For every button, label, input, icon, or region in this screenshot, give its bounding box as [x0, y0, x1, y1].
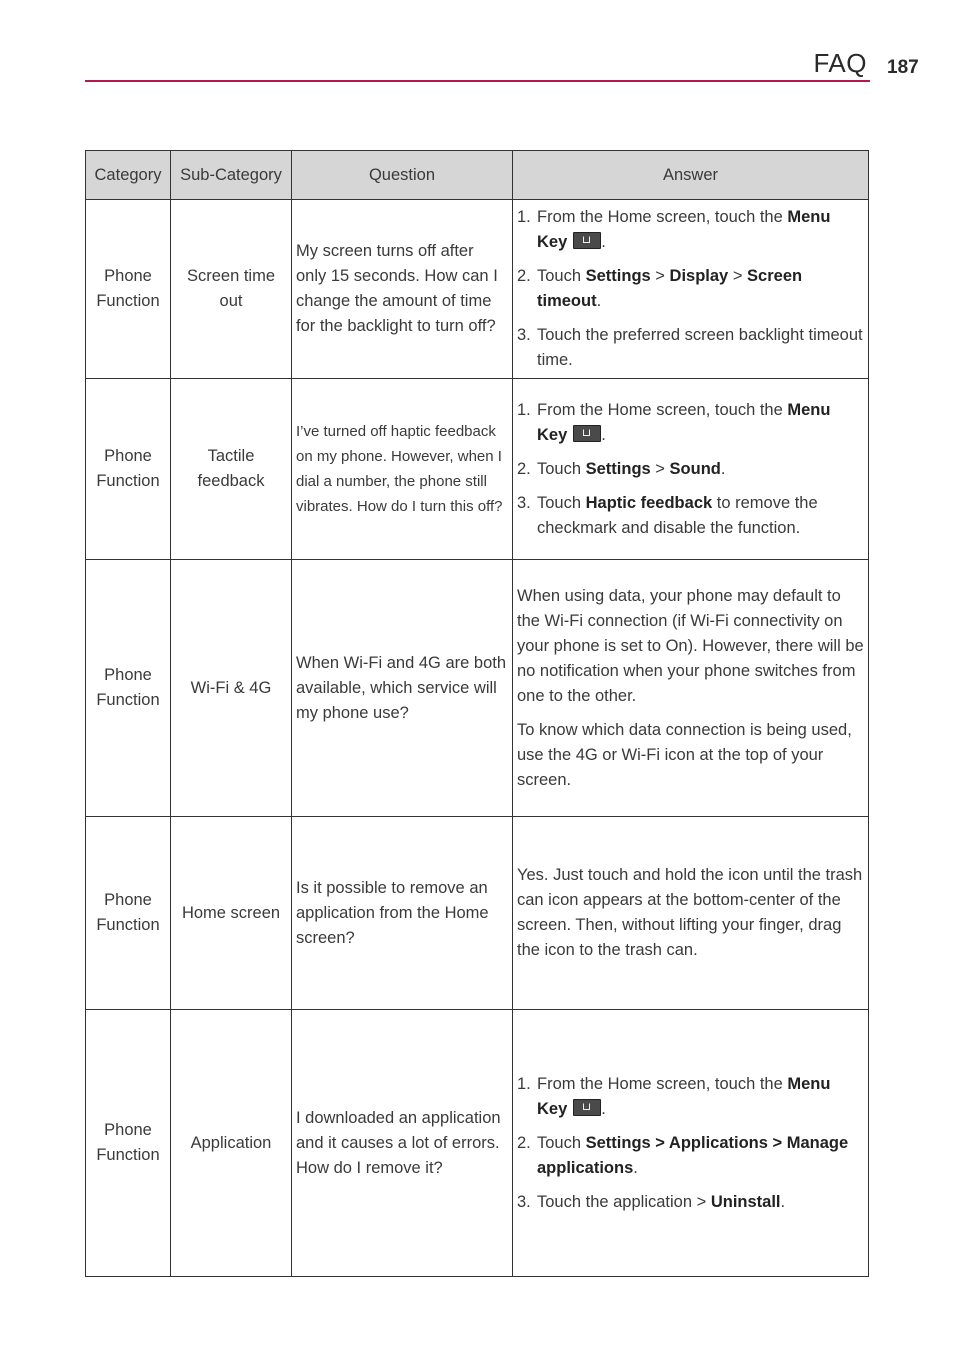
- subcategory-cell: Tactile feedback: [170, 378, 292, 560]
- answer-step: 3. Touch the application > Uninstall.: [517, 1190, 864, 1215]
- step-text: From the Home screen, touch the: [537, 1074, 788, 1093]
- answer-cell: 1. From the Home screen, touch the Menu K…: [512, 378, 869, 560]
- answer-paragraph: To know which data connection is being u…: [517, 720, 852, 789]
- step-number: 2.: [517, 267, 531, 285]
- step-number: 3.: [517, 1192, 531, 1211]
- ui-term: Uninstall: [710, 1192, 781, 1211]
- answer-steps: 1. From the Home screen, touch the Menu K…: [517, 205, 864, 373]
- subcategory-cell: Home screen: [170, 816, 292, 1010]
- menu-key-icon: [573, 232, 602, 249]
- step-text: Touch: [537, 1133, 586, 1152]
- table-row: Phone Function Home screen Is it possible …: [85, 816, 869, 1010]
- answer-cell: 1. From the Home screen, touch the Menu K…: [512, 199, 869, 379]
- answer-steps: 1. From the Home screen, touch the Menu K…: [517, 1072, 864, 1215]
- table-row: Phone Function Application I downloaded an…: [85, 1009, 869, 1277]
- step-text: >: [650, 459, 670, 478]
- question-cell: When Wi-Fi and 4G are both available, wh…: [291, 559, 513, 817]
- table-row: Phone Function Wi-Fi & 4G When Wi-Fi and 4…: [85, 559, 869, 817]
- subcategory-cell: Screen time out: [170, 199, 292, 379]
- step-number: 3.: [517, 493, 531, 512]
- answer-step: 1. From the Home screen, touch the Menu K…: [517, 1072, 864, 1122]
- menu-key-icon: [573, 424, 602, 442]
- page-number: 187: [887, 57, 919, 78]
- ui-term: Display: [669, 267, 729, 285]
- answer-steps: 1. From the Home screen, touch the Menu K…: [517, 398, 864, 541]
- step-number: 1.: [517, 400, 531, 419]
- category-cell: Phone Function: [85, 199, 171, 379]
- question-cell: I downloaded an application and it cause…: [291, 1009, 513, 1277]
- step-text: From the Home screen, touch the: [537, 400, 788, 419]
- ui-term: Haptic feedback: [585, 493, 713, 512]
- ui-term: Settings: [585, 267, 651, 285]
- column-header-question: Question: [291, 150, 513, 200]
- faq-table: Category Sub-Category Question Answer Ph…: [85, 150, 869, 1277]
- step-text: .: [601, 233, 606, 251]
- answer-cell: 1. From the Home screen, touch the Menu K…: [512, 1009, 869, 1277]
- step-text: Touch: [537, 267, 586, 285]
- question-cell: My screen turns off after only 15 second…: [291, 199, 513, 379]
- step-text: Touch the application >: [537, 1192, 711, 1211]
- column-header-answer: Answer: [512, 150, 869, 200]
- answer-step: 1. From the Home screen, touch the Menu K…: [517, 398, 864, 448]
- step-text: Touch: [537, 459, 586, 478]
- step-text: From the Home screen, touch the: [537, 208, 788, 226]
- subcategory-cell: Application: [170, 1009, 292, 1277]
- table-header-row: Category Sub-Category Question Answer: [85, 150, 869, 200]
- subcategory-cell: Wi-Fi & 4G: [170, 559, 292, 817]
- question-cell: I’ve turned off haptic feedback on my ph…: [291, 378, 513, 560]
- category-cell: Phone Function: [85, 559, 171, 817]
- menu-key-icon: [573, 1098, 602, 1116]
- category-cell: Phone Function: [85, 816, 171, 1010]
- step-text: .: [780, 1192, 786, 1211]
- step-number: 2.: [517, 459, 531, 478]
- step-text: .: [596, 292, 602, 310]
- answer-step: 3. Touch Haptic feedback to remove the ch…: [517, 491, 864, 541]
- answer-step: 1. From the Home screen, touch the Menu K…: [517, 205, 864, 255]
- step-text: .: [720, 459, 726, 478]
- page-header: FAQ: [85, 44, 870, 84]
- answer-step: 2. Touch Settings > Applications > Manage…: [517, 1131, 864, 1181]
- answer-paragraph: Yes. Just touch and hold the icon until …: [517, 866, 863, 959]
- step-number: 3.: [517, 326, 531, 344]
- step-text: >: [728, 267, 748, 285]
- step-text: Touch the preferred screen backlight tim…: [537, 326, 863, 369]
- table-row: Phone Function Tactile feedback I’ve turne…: [85, 378, 869, 560]
- step-number: 2.: [517, 1133, 531, 1152]
- ui-term: Settings: [585, 459, 651, 478]
- answer-paragraph: When using data, your phone may default …: [517, 586, 864, 705]
- column-header-subcategory: Sub-Category: [170, 150, 292, 200]
- step-text: .: [601, 425, 606, 444]
- header-divider: [85, 80, 870, 82]
- step-text: .: [633, 1158, 638, 1177]
- category-cell: Phone Function: [85, 378, 171, 560]
- table-row: Phone Function Screen time out My screen t…: [85, 199, 869, 379]
- answer-cell: Yes. Just touch and hold the icon until …: [512, 816, 869, 1010]
- answer-step: 2. Touch Settings > Display > Screen time…: [517, 264, 864, 314]
- step-text: >: [650, 267, 670, 285]
- step-text: .: [601, 1099, 606, 1118]
- step-number: 1.: [517, 208, 531, 226]
- answer-step: 3. Touch the preferred screen backlight t…: [517, 323, 864, 373]
- answer-cell: When using data, your phone may default …: [512, 559, 869, 817]
- ui-term: Sound: [669, 459, 721, 478]
- step-text: Touch: [537, 493, 586, 512]
- step-number: 1.: [517, 1074, 531, 1093]
- question-cell: Is it possible to remove an application …: [291, 816, 513, 1010]
- category-cell: Phone Function: [85, 1009, 171, 1277]
- answer-step: 2. Touch Settings > Sound.: [517, 457, 864, 482]
- column-header-category: Category: [85, 150, 171, 200]
- section-title: FAQ: [813, 48, 867, 78]
